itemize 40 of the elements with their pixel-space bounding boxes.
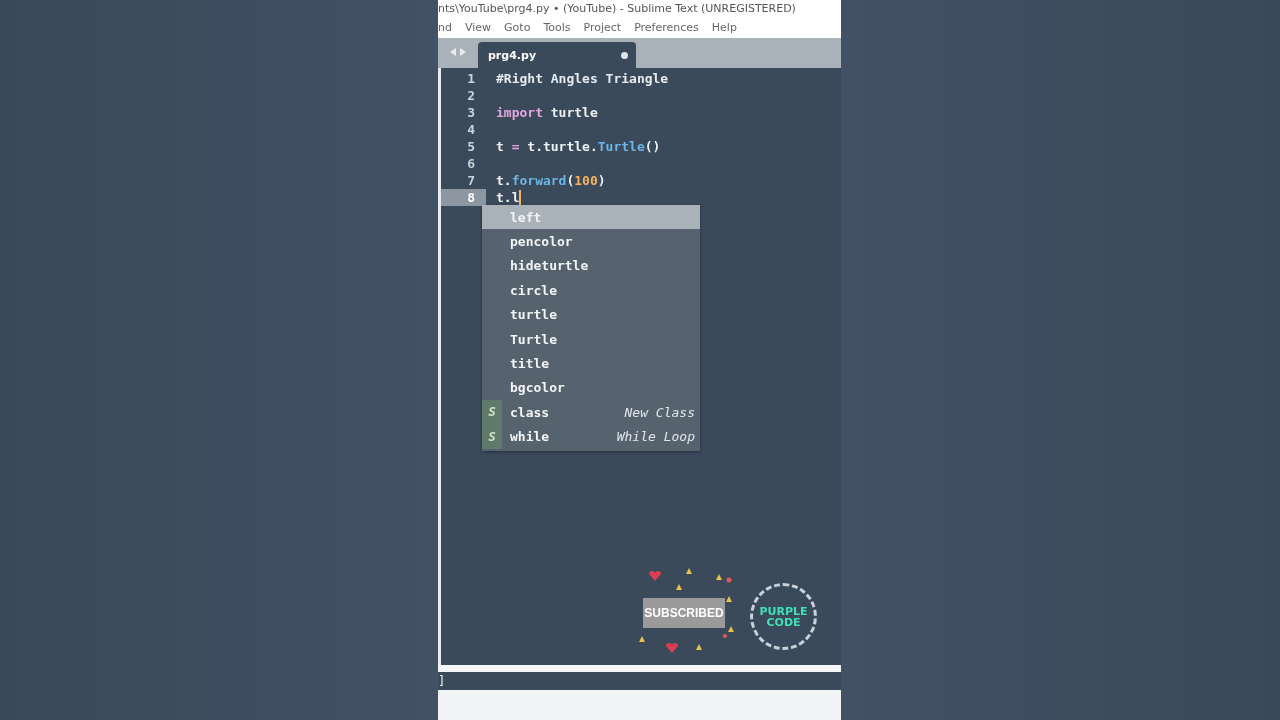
autocomplete-item[interactable]: pencolor [482, 229, 700, 254]
menu-item[interactable]: Preferences [634, 18, 699, 38]
autocomplete-item[interactable]: title [482, 351, 700, 376]
code-line: #Right Angles Triangle [496, 70, 669, 87]
snippet-badge: S [482, 424, 502, 449]
autocomplete-item[interactable]: Turtle [482, 326, 700, 352]
autocomplete-item[interactable]: S while While Loop [482, 424, 700, 449]
subscribed-button[interactable]: SUBSCRIBED [643, 598, 725, 628]
console-text: ] [438, 674, 446, 688]
line-number: 4 [466, 121, 476, 138]
code-line: import turtle [496, 104, 598, 121]
menu-item[interactable]: Project [583, 18, 622, 38]
logo-text: PURPLE [759, 605, 808, 617]
menu-item[interactable]: nd [438, 18, 452, 38]
menu-item[interactable]: Goto [504, 18, 531, 38]
menu-item[interactable]: Help [711, 18, 737, 38]
autocomplete-item[interactable]: turtle [482, 302, 700, 327]
snippet-badge: S [482, 400, 502, 425]
line-number: 8 [441, 189, 486, 206]
line-number: 6 [466, 155, 476, 172]
line-number: 1 [466, 70, 476, 87]
code-line: t.l [496, 189, 520, 206]
snippet-hint: New Class [624, 404, 695, 420]
code-line: t = t.turtle.Turtle() [496, 138, 661, 155]
autocomplete-item[interactable]: bgcolor [482, 375, 700, 401]
line-number: 7 [466, 172, 476, 189]
file-tab[interactable]: prg4.py [478, 42, 636, 68]
autocomplete-item[interactable]: hideturtle [482, 253, 700, 279]
autocomplete-item[interactable]: circle [482, 278, 700, 303]
line-number: 2 [466, 87, 476, 104]
code-editor[interactable] [438, 68, 841, 665]
window-title: nts\YouTube\prg4.py • (YouTube) - Sublime Text (UNREGISTERED) [438, 0, 841, 18]
menu-item[interactable]: Tools [543, 18, 571, 38]
line-number: 3 [466, 104, 476, 121]
menu-item[interactable]: View [464, 18, 492, 38]
snippet-hint: While Loop [616, 429, 695, 445]
logo-text: CODE [766, 616, 801, 628]
line-number: 5 [466, 138, 476, 155]
code-line: t.forward(100) [496, 172, 606, 189]
autocomplete-item[interactable]: S class New Class [482, 400, 700, 425]
